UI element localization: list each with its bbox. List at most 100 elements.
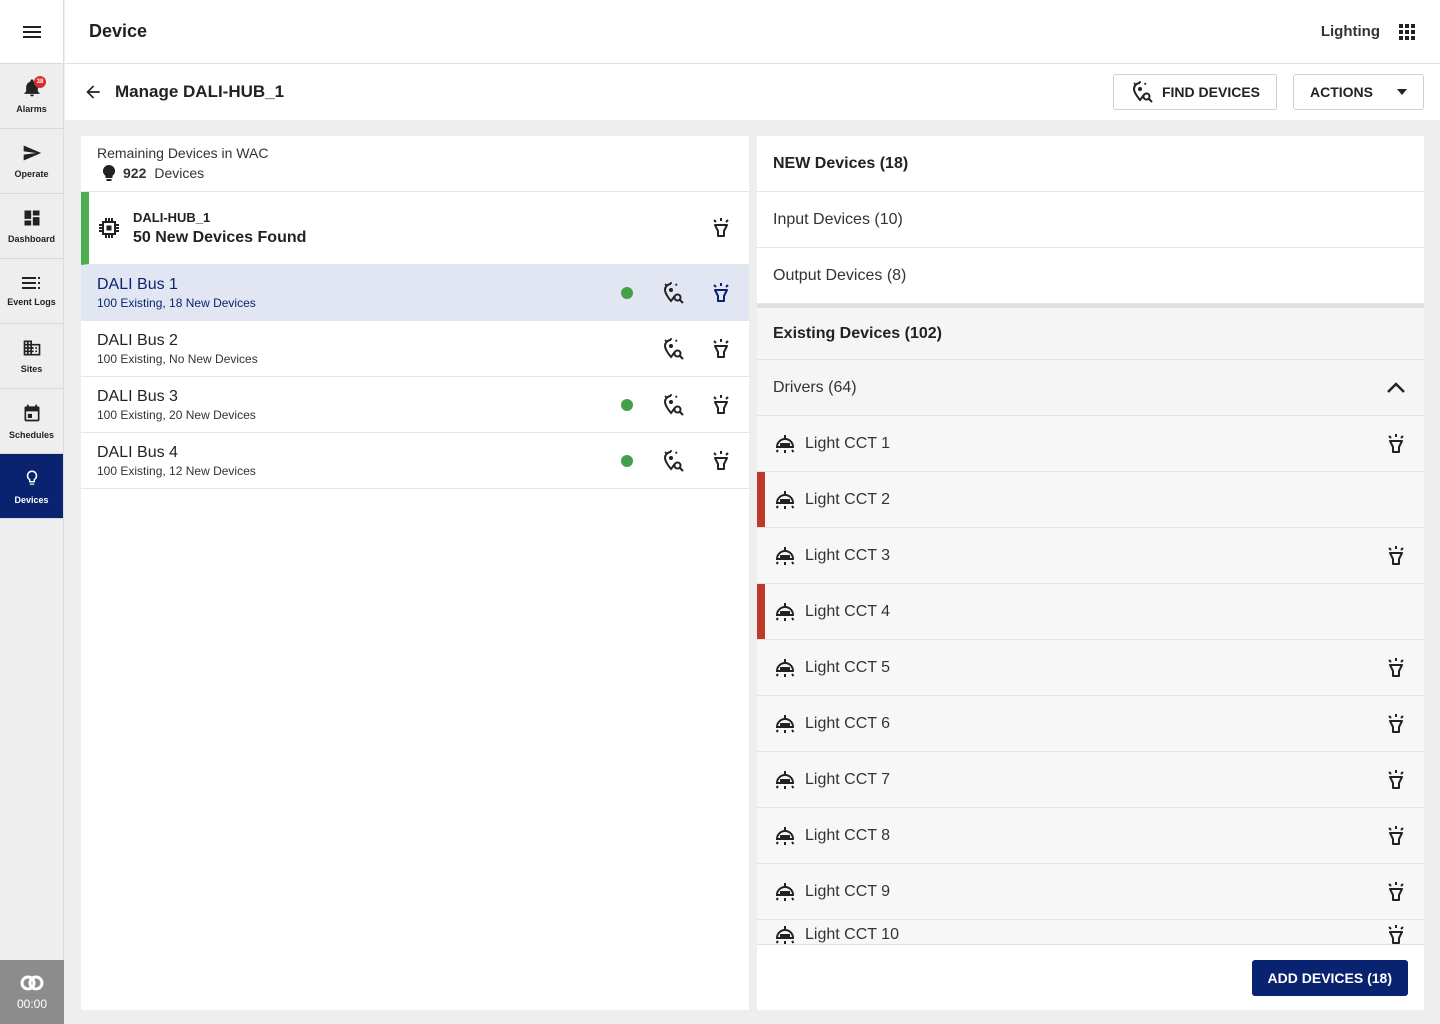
driver-identify-button[interactable] xyxy=(1384,656,1408,680)
driver-identify-button[interactable] xyxy=(1384,880,1408,904)
bus-identify-button[interactable] xyxy=(709,281,733,305)
nav-item-label: Operate xyxy=(14,169,49,179)
find-devices-label: FIND DEVICES xyxy=(1161,84,1260,100)
find-devices-button[interactable]: FIND DEVICES xyxy=(1112,74,1277,110)
flash-identify-icon xyxy=(1388,924,1404,944)
nav-item-label: Schedules xyxy=(8,430,55,440)
app-header: Device Lighting xyxy=(65,0,1440,64)
driver-row[interactable]: Light CCT 5 xyxy=(757,640,1424,696)
building-icon xyxy=(23,340,40,356)
find-bus-devices-button[interactable] xyxy=(661,337,685,361)
driver-name: Light CCT 1 xyxy=(805,434,891,452)
find-bus-devices-button[interactable] xyxy=(661,449,685,473)
dashboard-icon xyxy=(24,210,39,226)
bus-identify-button[interactable] xyxy=(709,393,733,417)
driver-row[interactable]: Light CCT 4 xyxy=(757,584,1424,640)
sub-header: Manage DALI-HUB_1 FIND DEVICES ACTIONS xyxy=(65,64,1440,120)
flash-identify-icon xyxy=(1388,713,1404,733)
driver-row[interactable]: Light CCT 3 xyxy=(757,528,1424,584)
manage-hub-title: Manage DALI-HUB_1 xyxy=(115,82,285,101)
nav-item-alarms[interactable]: 38 Alarms xyxy=(0,64,63,129)
driver-row[interactable]: Light CCT 1 xyxy=(757,416,1424,472)
new-devices-header[interactable]: NEW Devices (18) xyxy=(757,136,1424,192)
remaining-unit: Devices xyxy=(154,165,205,181)
link-logo-icon xyxy=(20,975,44,991)
hub-identify-button[interactable] xyxy=(709,217,733,239)
arrow-left-icon xyxy=(86,85,100,99)
driver-lamp-icon xyxy=(775,658,795,677)
flash-identify-icon xyxy=(1388,881,1404,901)
driver-name: Light CCT 6 xyxy=(805,714,891,732)
bus-identify-button[interactable] xyxy=(709,449,733,473)
bus-list: DALI Bus 1 100 Existing, 18 New Devices DA… xyxy=(81,265,749,489)
driver-identify-button[interactable] xyxy=(1384,712,1408,736)
chip-icon xyxy=(99,218,119,238)
nav-item-sites[interactable]: Sites xyxy=(0,324,63,389)
list-icon xyxy=(21,277,40,289)
flash-identify-icon xyxy=(1388,657,1404,677)
session-timer[interactable]: 00:00 xyxy=(0,960,64,1024)
driver-identify-button[interactable] xyxy=(1384,824,1408,848)
device-search-icon xyxy=(663,281,684,304)
driver-identify-button[interactable] xyxy=(1384,923,1408,947)
nav-item-event-logs[interactable]: Event Logs xyxy=(0,259,63,324)
app-switch-label[interactable]: Lighting xyxy=(1321,23,1380,40)
bus-row[interactable]: DALI Bus 2 100 Existing, No New Devices xyxy=(81,321,749,377)
bus-row[interactable]: DALI Bus 1 100 Existing, 18 New Devices xyxy=(81,265,749,321)
flash-identify-icon xyxy=(713,394,729,414)
find-bus-devices-button[interactable] xyxy=(661,393,685,417)
bus-meta: 100 Existing, No New Devices xyxy=(97,351,258,366)
driver-identify-button[interactable] xyxy=(1384,432,1408,456)
timer-text: 00:00 xyxy=(16,997,48,1011)
input-devices-item[interactable]: Input Devices (10) xyxy=(757,192,1424,248)
flash-identify-icon xyxy=(713,450,729,470)
bus-row[interactable]: DALI Bus 3 100 Existing, 20 New Devices xyxy=(81,377,749,433)
flash-identify-icon xyxy=(713,218,729,237)
menu-button[interactable] xyxy=(0,0,63,64)
driver-identify-button[interactable] xyxy=(1384,768,1408,792)
driver-row[interactable]: Light CCT 7 xyxy=(757,752,1424,808)
device-search-icon xyxy=(1132,81,1153,103)
driver-name: Light CCT 4 xyxy=(805,602,891,620)
driver-lamp-icon xyxy=(775,434,795,453)
nav-item-label: Event Logs xyxy=(7,297,56,307)
flash-identify-icon xyxy=(713,282,729,302)
driver-row[interactable]: Light CCT 8 xyxy=(757,808,1424,864)
driver-lamp-icon xyxy=(775,546,795,565)
existing-devices-header[interactable]: Existing Devices (102) xyxy=(757,304,1424,360)
input-devices-label: Input Devices (10) xyxy=(773,210,903,228)
page-title: Device xyxy=(89,21,148,41)
nav-item-label: Alarms xyxy=(16,104,47,114)
nav-item-label: Dashboard xyxy=(7,234,55,244)
driver-row[interactable]: Light CCT 6 xyxy=(757,696,1424,752)
nav-item-dashboard[interactable]: Dashboard xyxy=(0,194,63,259)
bus-identify-button[interactable] xyxy=(709,337,733,361)
drivers-group[interactable]: Drivers (64) xyxy=(757,360,1424,416)
nav-item-label: Sites xyxy=(20,364,43,374)
actions-menu-button[interactable]: ACTIONS xyxy=(1293,74,1424,110)
hamburger-icon xyxy=(22,25,41,38)
output-devices-item[interactable]: Output Devices (8) xyxy=(757,248,1424,304)
driver-name: Light CCT 2 xyxy=(805,490,891,508)
add-devices-button[interactable]: ADD DEVICES (18) xyxy=(1251,959,1408,996)
driver-row[interactable]: Light CCT 9 xyxy=(757,864,1424,920)
hub-row[interactable]: DALI-HUB_1 50 New Devices Found xyxy=(81,192,749,265)
caret-down-icon xyxy=(1397,89,1407,95)
bus-meta: 100 Existing, 20 New Devices xyxy=(97,407,256,422)
collapse-button[interactable] xyxy=(1384,376,1408,400)
back-button[interactable] xyxy=(81,80,105,104)
bus-row[interactable]: DALI Bus 4 100 Existing, 12 New Devices xyxy=(81,433,749,489)
driver-identify-button[interactable] xyxy=(1384,544,1408,568)
nav-item-schedules[interactable]: Schedules xyxy=(0,389,63,454)
driver-name: Light CCT 8 xyxy=(805,826,891,844)
nav-item-devices[interactable]: Devices xyxy=(0,454,63,519)
bus-name: DALI Bus 4 xyxy=(97,443,178,461)
apps-grid-icon[interactable] xyxy=(1398,23,1416,41)
send-icon xyxy=(23,145,41,161)
bulb-icon xyxy=(103,165,115,181)
nav-item-operate[interactable]: Operate xyxy=(0,129,63,194)
find-bus-devices-button[interactable] xyxy=(661,281,685,305)
remaining-count: 922 xyxy=(123,165,147,181)
driver-lamp-icon xyxy=(775,714,795,733)
driver-row[interactable]: Light CCT 2 xyxy=(757,472,1424,528)
